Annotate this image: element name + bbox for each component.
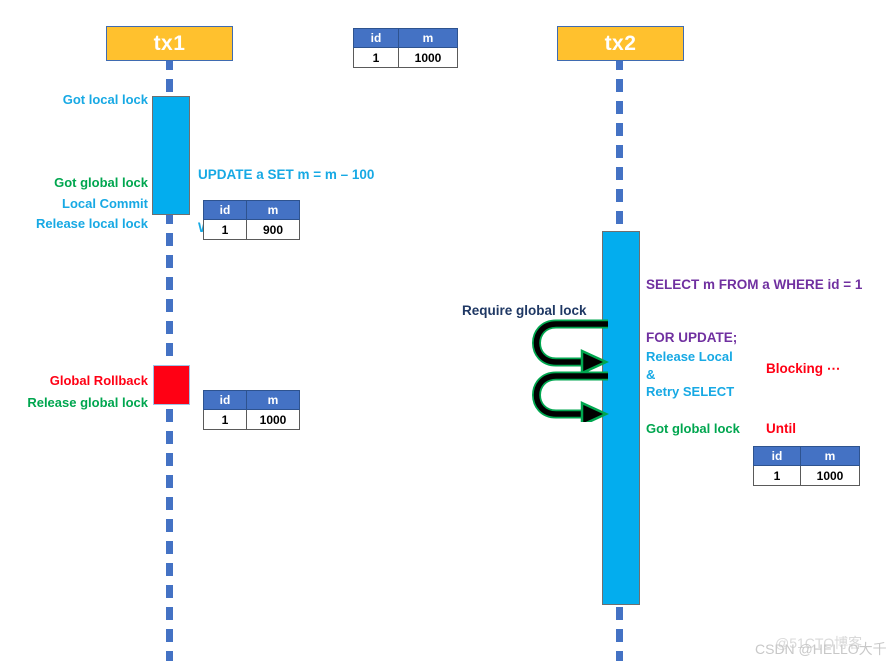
table-row: 1 1000 — [203, 409, 300, 430]
label-release-local-lock: Release local lock — [35, 216, 148, 231]
column-header-m: m — [246, 200, 300, 220]
sql-select-line2: FOR UPDATE; — [646, 329, 738, 345]
retry-arrows-group — [516, 318, 612, 427]
label-got-global-lock-tx1: Got global lock — [54, 175, 148, 190]
table-header-row: id m — [753, 446, 860, 466]
cell-m: 1000 — [398, 47, 458, 68]
table-row: 1 900 — [203, 219, 300, 240]
cell-id: 1 — [203, 219, 247, 240]
label-ampersand: & — [646, 367, 656, 382]
cell-id: 1 — [203, 409, 247, 430]
label-until: Until — [766, 421, 796, 436]
cell-m: 1000 — [800, 465, 860, 486]
column-header-id: id — [353, 28, 399, 48]
table-header-row: id m — [353, 28, 458, 48]
label-release-global-lock: Release global lock — [27, 395, 148, 410]
activation-bar-tx2[interactable] — [602, 231, 640, 605]
label-global-rollback: Global Rollback — [49, 373, 148, 388]
cell-id: 1 — [753, 465, 801, 486]
cell-m: 900 — [246, 219, 300, 240]
table-header-row: id m — [203, 390, 300, 410]
column-header-id: id — [203, 390, 247, 410]
activation-bar-tx1[interactable] — [152, 96, 190, 215]
label-release-local: Release Local — [646, 349, 733, 364]
sql-select-line1: SELECT m FROM a WHERE id = 1 — [646, 277, 863, 293]
table-after-rollback: id m 1 1000 — [203, 390, 300, 430]
watermark-primary: CSDN @HELLO大千 — [755, 641, 887, 657]
sequence-diagram-canvas: tx1 tx2 Got local lock Got global lock L… — [0, 0, 894, 666]
cell-m: 1000 — [246, 409, 300, 430]
label-retry-select: Retry SELECT — [646, 384, 735, 399]
table-tx2-read-result: id m 1 1000 — [753, 446, 860, 486]
label-got-local-lock: Got local lock — [62, 92, 148, 107]
label-blocking: Blocking ⋯ — [766, 361, 841, 376]
label-local-commit: Local Commit — [62, 196, 148, 211]
retry-arrow-1 — [532, 319, 610, 375]
actor-box-tx1[interactable]: tx1 — [106, 26, 233, 61]
column-header-id: id — [753, 446, 801, 466]
table-row: 1 1000 — [353, 47, 458, 68]
cell-id: 1 — [353, 47, 399, 68]
column-header-m: m — [246, 390, 300, 410]
actor-box-tx2[interactable]: tx2 — [557, 26, 684, 61]
retry-arrow-2 — [532, 371, 610, 427]
table-initial-state: id m 1 1000 — [353, 28, 458, 68]
table-row: 1 1000 — [753, 465, 860, 486]
actor-label-tx2: tx2 — [604, 31, 637, 55]
actor-label-tx1: tx1 — [153, 31, 186, 55]
label-got-global-lock-tx2: Got global lock — [646, 421, 740, 436]
label-require-global-lock: Require global lock — [462, 303, 587, 318]
table-header-row: id m — [203, 200, 300, 220]
table-after-update: id m 1 900 — [203, 200, 300, 240]
sql-update-line1: UPDATE a SET m = m – 100 — [198, 167, 375, 183]
column-header-m: m — [398, 28, 458, 48]
column-header-m: m — [800, 446, 860, 466]
column-header-id: id — [203, 200, 247, 220]
rollback-bar-tx1[interactable] — [153, 365, 190, 405]
